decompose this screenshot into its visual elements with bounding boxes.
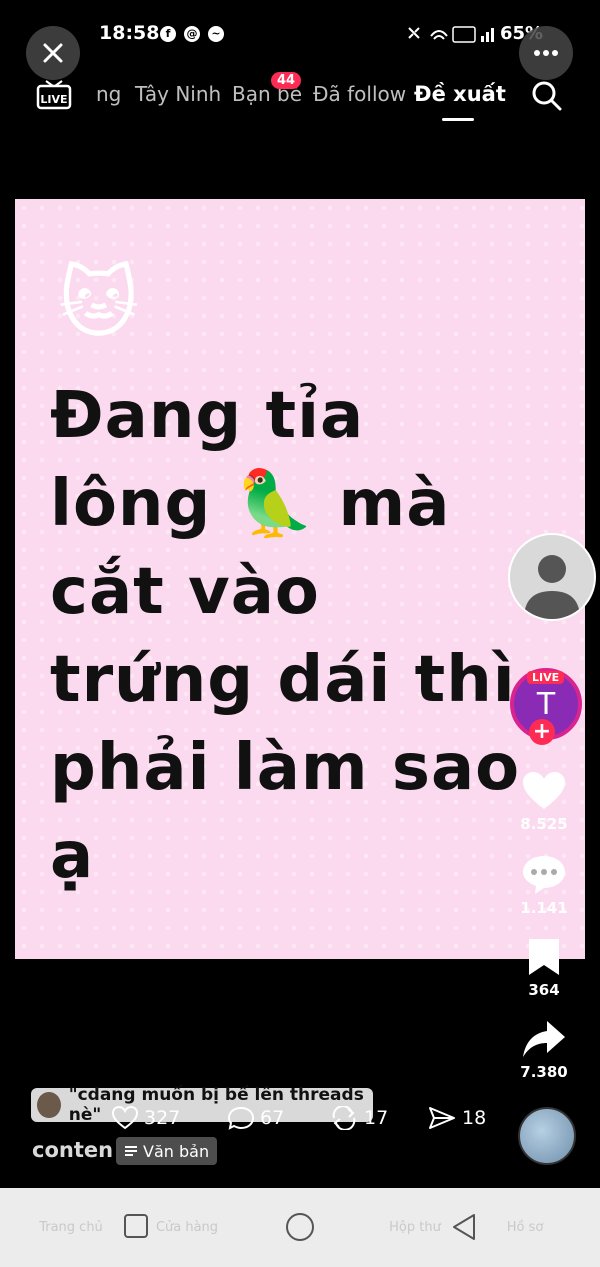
post-text-line: phải làm sao xyxy=(50,731,521,805)
author-username[interactable]: conten xyxy=(32,1138,113,1162)
post-text-line: ạ xyxy=(50,819,95,893)
repost-icon xyxy=(332,1106,356,1130)
notification-badge: 44 xyxy=(271,72,302,89)
comment-icon[interactable] xyxy=(521,854,567,894)
threads-comment-count: 67 xyxy=(260,1107,285,1129)
lines-icon xyxy=(125,1146,137,1156)
comment-outline-icon xyxy=(228,1106,254,1130)
status-time: 18:58 xyxy=(99,22,160,44)
threads-comment-stat[interactable]: 67 xyxy=(228,1106,284,1130)
post-text: Đang tỉa lông 🦜 mà cắt vào trứng dái thì… xyxy=(50,372,530,900)
share-icon[interactable] xyxy=(521,1019,567,1059)
more-dots-icon xyxy=(534,50,558,56)
bookmark-icon[interactable] xyxy=(521,937,567,977)
back-icon[interactable] xyxy=(450,1212,480,1242)
threads-send-stat[interactable]: 18 xyxy=(428,1106,486,1130)
threads-like-stat[interactable]: 327 xyxy=(112,1106,180,1130)
close-icon xyxy=(43,43,63,63)
tab-home[interactable]: Trang chủ xyxy=(36,1220,106,1235)
live-avatar-initial: T xyxy=(536,686,556,722)
comment-count: 1.141 xyxy=(520,899,568,917)
default-avatar-icon xyxy=(524,555,580,619)
tab-profile[interactable]: Hồ sơ xyxy=(490,1220,560,1235)
music-disc[interactable] xyxy=(518,1107,576,1165)
home-circle-icon[interactable] xyxy=(284,1211,316,1243)
tab-tay-ninh[interactable]: Tây Ninh xyxy=(135,82,221,106)
messenger-icon: ~ xyxy=(208,26,224,42)
follow-plus-button[interactable]: + xyxy=(529,719,555,745)
search-icon[interactable] xyxy=(531,80,563,112)
svg-text:LIVE: LIVE xyxy=(40,93,67,106)
post-text-line: cắt vào xyxy=(50,555,320,629)
tab-de-xuat[interactable]: Đề xuất xyxy=(414,82,506,106)
save-count: 364 xyxy=(528,981,560,999)
post-text-line: Đang tỉa xyxy=(50,379,365,453)
cat-emoji: 🐱 xyxy=(58,259,140,349)
threads-repost-count: 17 xyxy=(364,1107,389,1129)
threads-avatar xyxy=(37,1092,61,1118)
tab-inbox[interactable]: Hộp thư xyxy=(380,1220,450,1235)
more-options-button[interactable] xyxy=(519,26,573,80)
threads-repost-stat[interactable]: 17 xyxy=(330,1106,388,1130)
post-text-line: trứng dái thì xyxy=(50,643,516,717)
close-button[interactable] xyxy=(26,26,80,80)
recent-apps-icon[interactable] xyxy=(122,1212,152,1242)
tab-shop[interactable]: Cửa hàng xyxy=(152,1220,222,1235)
active-tab-indicator xyxy=(442,118,474,121)
signal-icons xyxy=(408,26,494,43)
live-icon[interactable]: LIVE xyxy=(36,80,72,110)
heart-outline-icon xyxy=(112,1106,138,1130)
tab-da-follow[interactable]: Đã follow xyxy=(313,82,406,106)
threads-icon: @ xyxy=(184,26,200,42)
text-post-chip-label: Văn bản xyxy=(143,1141,210,1161)
send-icon xyxy=(429,1107,455,1129)
text-post-chip[interactable]: Văn bản xyxy=(116,1137,218,1165)
threads-like-count: 327 xyxy=(144,1107,181,1129)
facebook-icon: f xyxy=(160,26,176,42)
post-text-line: lông 🦜 mà xyxy=(50,467,451,541)
threads-send-count: 18 xyxy=(462,1107,487,1129)
threads-quote-pill[interactable]: "cdang muốn bị bế lên threads nè" xyxy=(31,1085,373,1125)
share-count: 7.380 xyxy=(520,1063,568,1081)
like-count: 8.525 xyxy=(520,815,568,833)
tab-partial[interactable]: ng xyxy=(96,82,121,106)
heart-icon[interactable] xyxy=(521,771,567,811)
creator-avatar[interactable] xyxy=(508,533,596,621)
live-tag: LIVE xyxy=(527,671,565,684)
